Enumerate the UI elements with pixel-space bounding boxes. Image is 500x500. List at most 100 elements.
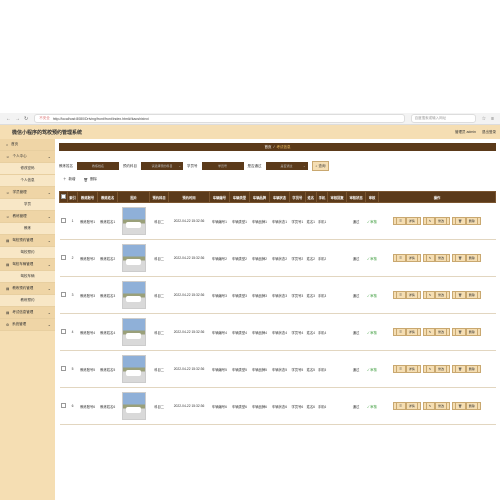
sidebar-item[interactable]: ▤ 教练预约管理 ⌄ — [0, 283, 55, 295]
sidebar-item[interactable]: ▤ 考试信息管理 ⌄ — [0, 307, 55, 319]
detail-button[interactable]: ☰ 详情 — [393, 254, 421, 262]
row-checkbox[interactable] — [61, 366, 66, 371]
subject-select[interactable]: 请选择预约科目 — [141, 162, 183, 170]
delete-row-button[interactable]: 🗑 删除 — [452, 328, 481, 336]
sidebar-item-label: 学员 — [24, 202, 31, 206]
search-icon: ⌕ — [315, 164, 318, 168]
cell-phone: 手机5 — [316, 350, 328, 388]
row-checkbox[interactable] — [61, 218, 66, 223]
cell-brand: 车辆品牌6 — [249, 387, 270, 425]
row-checkbox[interactable] — [61, 329, 66, 334]
breadcrumb-home[interactable]: 首页 — [265, 145, 272, 150]
cell-name: 教练姓名6 — [97, 387, 118, 425]
cell-status: 通过 — [346, 313, 366, 351]
detail-button[interactable]: ☰ 详情 — [393, 217, 421, 225]
cell-sid: 学员号6 — [289, 387, 306, 425]
audit-link[interactable]: ✓ 审核 — [367, 220, 377, 224]
back-icon[interactable]: ← — [6, 116, 11, 122]
delete-row-icon: 🗑 — [455, 402, 466, 410]
browser-search-input[interactable]: 百度搜索或输入网址 — [410, 114, 476, 123]
sidebar-item[interactable]: 修改密码 — [0, 163, 55, 175]
delete-row-button[interactable]: 🗑 删除 — [452, 365, 481, 373]
sidebar-item[interactable]: 教练预约 — [0, 295, 55, 307]
delete-row-icon: 🗑 — [455, 291, 466, 299]
edit-button[interactable]: ✎ 修改 — [422, 328, 451, 336]
row-checkbox[interactable] — [61, 403, 66, 408]
audit-link[interactable]: ✓ 审核 — [367, 368, 377, 372]
column-header: 审核回复 — [327, 191, 348, 203]
logout-link[interactable]: 退出登录 — [482, 130, 496, 135]
cell-phone: 手机1 — [316, 202, 328, 240]
sidebar-item[interactable]: 学员 — [0, 199, 55, 211]
sidebar-item[interactable]: ⚙ 系统管理 ⌄ — [0, 319, 55, 331]
sidebar-item[interactable]: 个人信息 — [0, 175, 55, 187]
sidebar-item[interactable]: 驾校车辆 — [0, 271, 55, 283]
edit-button[interactable]: ✎ 修改 — [422, 291, 451, 299]
audit-label: 审核 — [370, 404, 377, 409]
main-content: 首页 / 考试信息 教练姓名 教练姓名 预约科目 请选择预约科目 学员号 学员号… — [55, 139, 500, 500]
delete-row-button[interactable]: 🗑 删除 — [452, 402, 481, 410]
passed-select[interactable]: 是否通过 — [265, 162, 308, 170]
column-header: 姓名 — [304, 191, 317, 203]
row-select-cell — [59, 350, 68, 388]
cell-time: 2022-04-22 15:32:36 — [168, 239, 210, 277]
reload-icon[interactable]: ↻ — [24, 116, 28, 122]
sidebar-item-label: 驾校车辆 — [20, 274, 35, 278]
chevron-down-icon: ⌄ — [47, 190, 51, 195]
select-all-checkbox[interactable] — [61, 194, 66, 199]
search-button[interactable]: ⌕ 查询 — [311, 161, 330, 171]
table-row: 5 教练账号5 教练姓名5 科目二 2022-04-22 15:32:36 车辆编号5 车辆… — [59, 350, 496, 388]
detail-button[interactable]: ☰ 详情 — [393, 365, 421, 373]
sidebar-item[interactable]: ☺ 教练管理 ⌄ — [0, 211, 55, 223]
sidebar-item-label: 修改密码 — [20, 166, 35, 170]
forward-icon[interactable]: → — [15, 116, 20, 122]
detail-button[interactable]: ☰ 详情 — [393, 291, 421, 299]
sidebar-item[interactable]: 驾校预约 — [0, 247, 55, 259]
cell-sid: 学员号4 — [289, 313, 306, 351]
edit-icon: ✎ — [425, 365, 436, 373]
audit-link[interactable]: ✓ 审核 — [367, 257, 377, 261]
delete-row-button[interactable]: 🗑 删除 — [452, 291, 481, 299]
row-checkbox[interactable] — [61, 292, 66, 297]
edit-button[interactable]: ✎ 修改 — [422, 365, 451, 373]
filter-label-subject: 预约科目 — [123, 163, 137, 168]
operations-cell: ☰ 详情 ✎ 修改 🗑 删除 — [378, 387, 496, 425]
sidebar-item[interactable]: ▤ 驾校车辆管理 ⌄ — [0, 259, 55, 271]
column-header[interactable] — [59, 191, 68, 203]
car-photo-cell — [117, 276, 150, 314]
add-button[interactable]: ＋新增 — [63, 177, 76, 182]
cell-time: 2022-04-22 15:32:36 — [168, 276, 210, 314]
audit-link[interactable]: ✓ 审核 — [367, 331, 377, 335]
address-bar[interactable]: 不安全 http://localhost:8080/Driving/front/… — [34, 114, 405, 123]
student-id-input[interactable]: 学员号 — [201, 162, 244, 170]
cell-time: 2022-04-22 15:32:36 — [168, 313, 210, 351]
column-header: 审核状态 — [346, 191, 366, 203]
delete-button[interactable]: 🗑 删除 — [84, 177, 97, 182]
sidebar-item[interactable]: ⌂ 首页 — [0, 139, 55, 151]
coach-name-input[interactable]: 教练姓名 — [77, 162, 119, 170]
sidebar-item[interactable]: ▤ 驾校预约管理 ⌄ — [0, 235, 55, 247]
user-label: 管理员 admin — [454, 129, 476, 134]
edit-button[interactable]: ✎ 修改 — [422, 402, 451, 410]
menu-icon[interactable]: ≡ — [491, 116, 494, 122]
cell-no: 车辆编号2 — [209, 239, 230, 277]
star-icon[interactable]: ☆ — [482, 116, 486, 122]
cell-brand: 车辆品牌3 — [249, 276, 270, 314]
detail-button[interactable]: ☰ 详情 — [393, 328, 421, 336]
sidebar-item[interactable]: ☺ 学员管理 ⌄ — [0, 187, 55, 199]
cell-type: 车辆类型4 — [229, 313, 250, 351]
sidebar-item[interactable]: ☺ 个人中心 ⌄ — [0, 151, 55, 163]
row-checkbox[interactable] — [61, 255, 66, 260]
edit-button[interactable]: ✎ 修改 — [422, 254, 451, 262]
detail-button-label: 详情 — [405, 328, 418, 336]
edit-button[interactable]: ✎ 修改 — [422, 217, 451, 225]
cell-brand: 车辆品牌2 — [249, 239, 270, 277]
detail-button[interactable]: ☰ 详情 — [393, 402, 421, 410]
breadcrumb-current: 考试信息 — [276, 144, 291, 149]
cell-sid: 学员号2 — [289, 239, 306, 277]
audit-link[interactable]: ✓ 审核 — [367, 294, 377, 298]
delete-row-button[interactable]: 🗑 删除 — [452, 217, 481, 225]
sidebar-item[interactable]: 教练 — [0, 223, 55, 235]
audit-link[interactable]: ✓ 审核 — [367, 405, 377, 409]
delete-row-button[interactable]: 🗑 删除 — [452, 254, 481, 262]
